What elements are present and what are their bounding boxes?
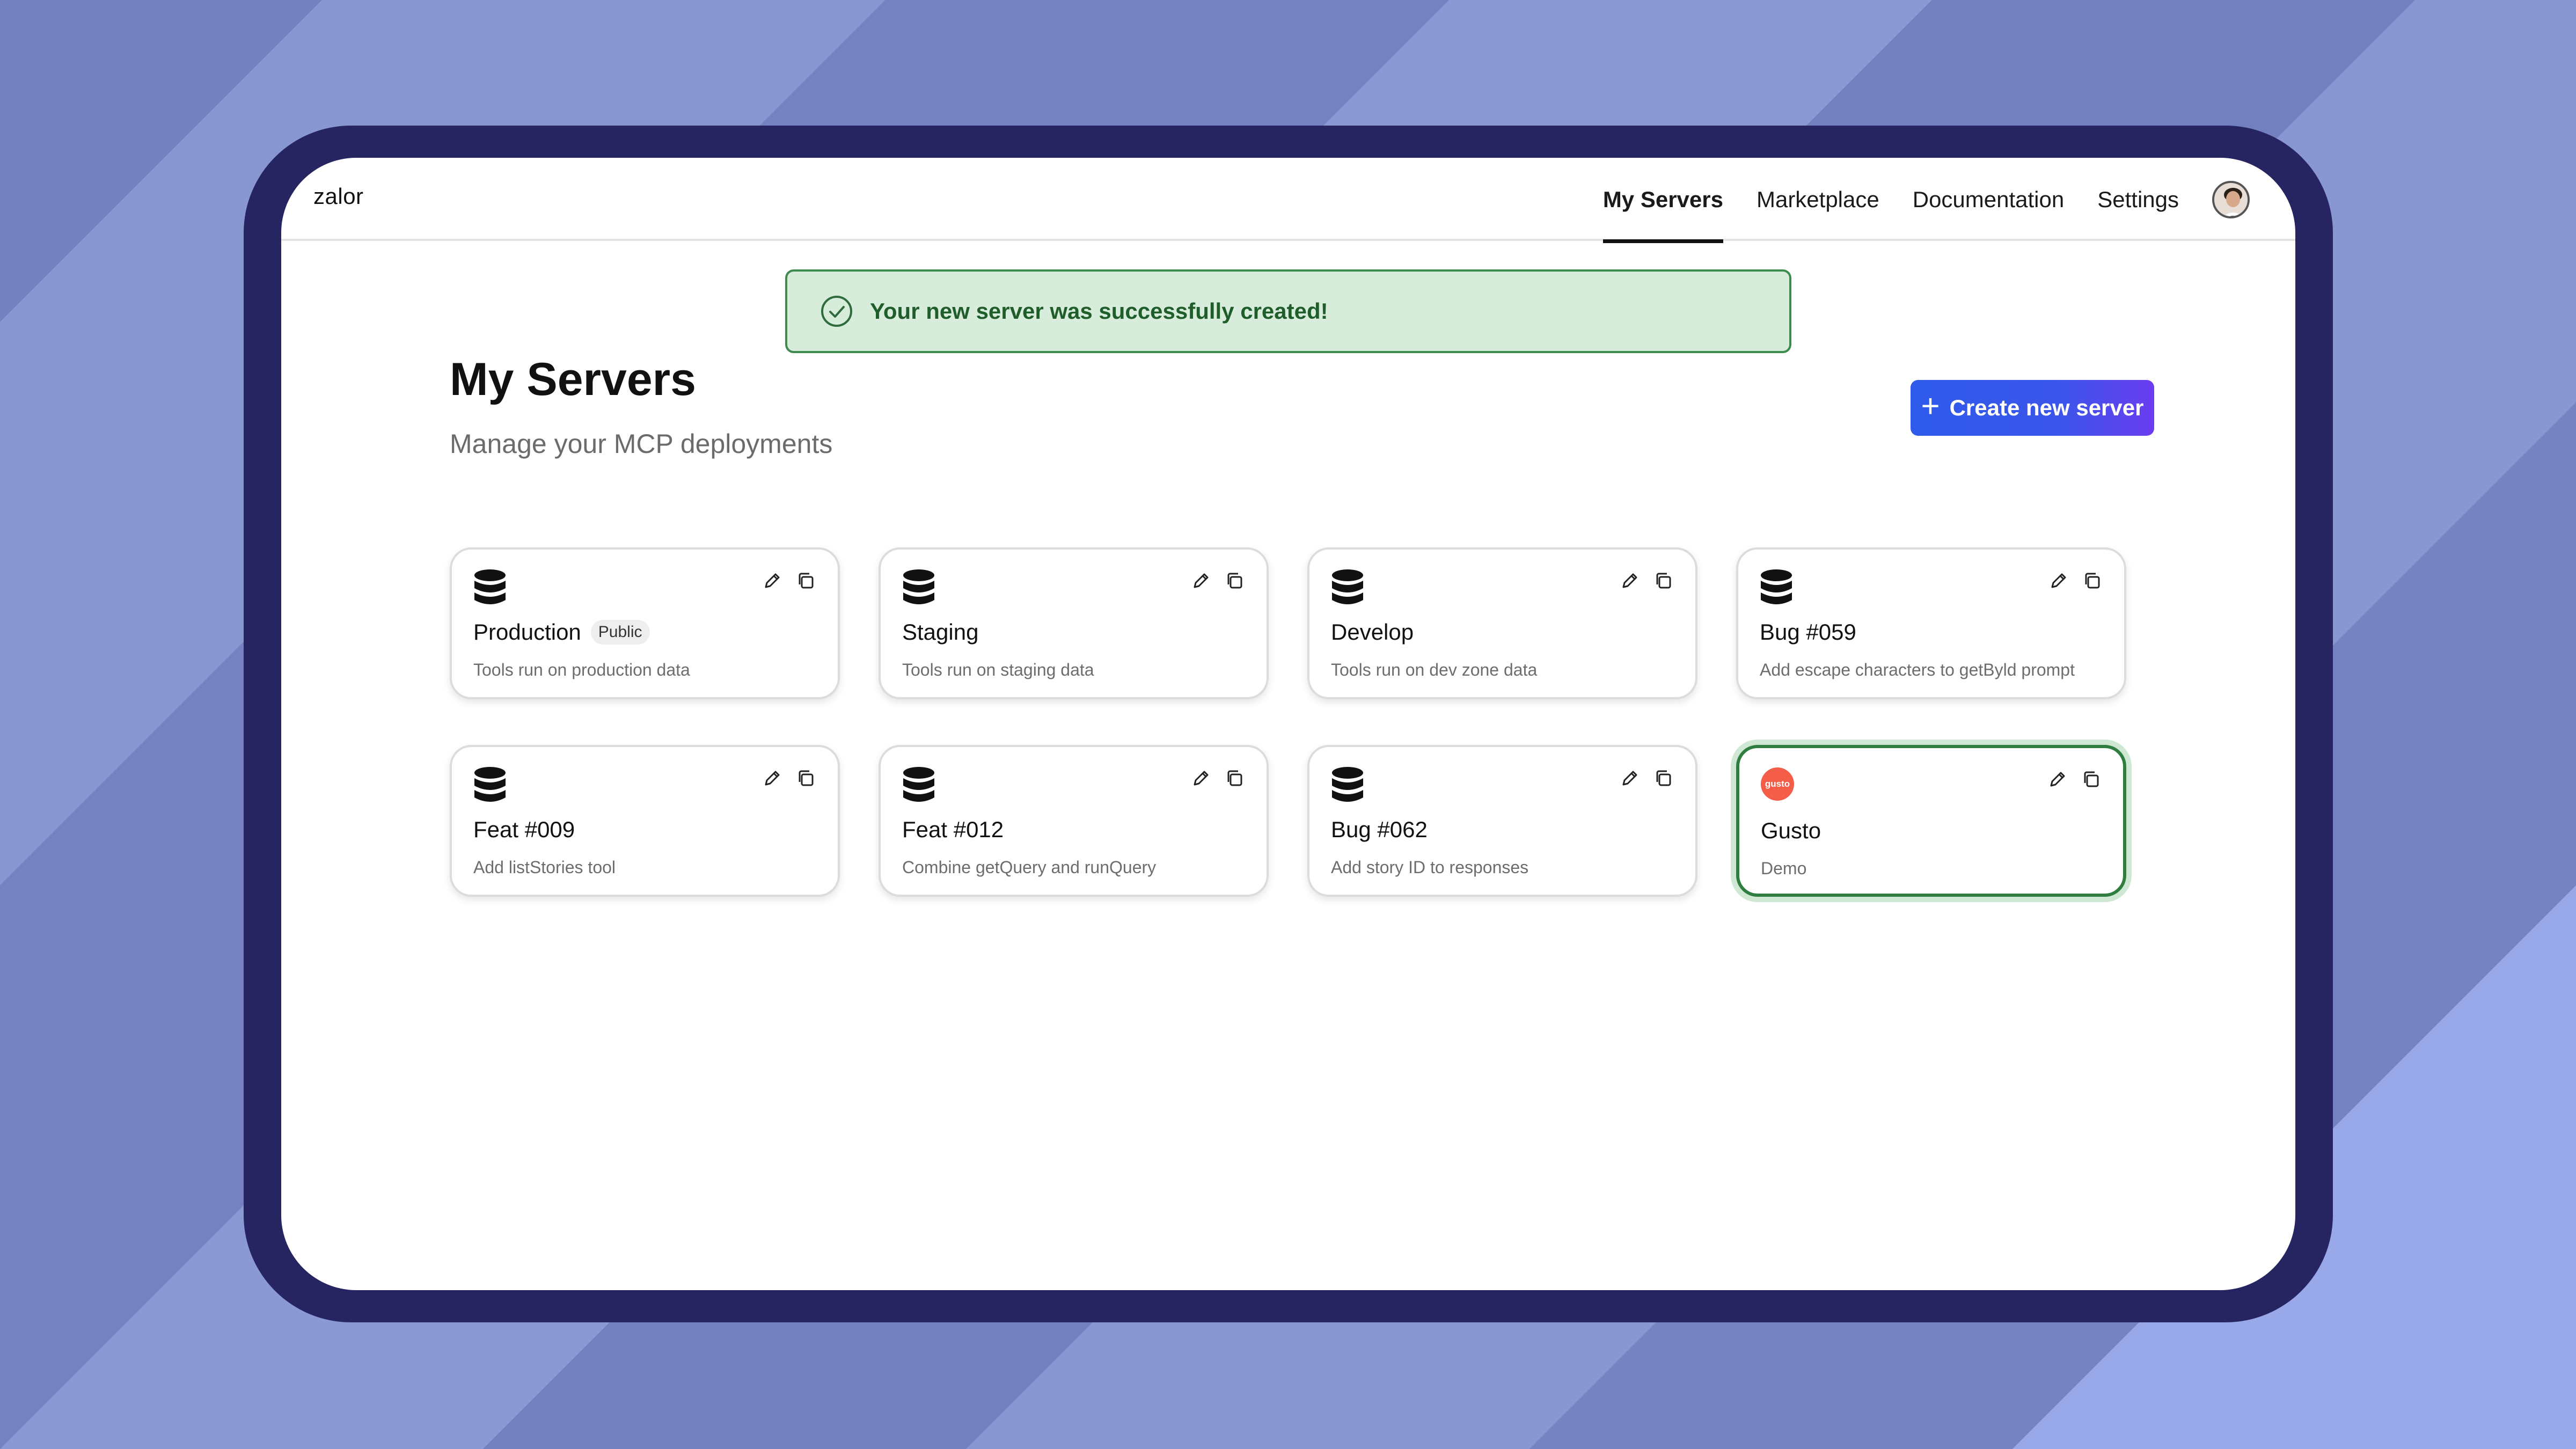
card-actions [1619, 570, 1674, 591]
create-server-button[interactable]: + Create new server [1911, 380, 2154, 436]
database-icon [1332, 767, 1363, 802]
alert-message: Your new server was successfully created… [870, 298, 1328, 324]
card-actions [1190, 767, 1245, 789]
card-title-row: Develop [1331, 619, 1414, 645]
database-icon [1761, 569, 1792, 604]
copy-icon[interactable] [2080, 769, 2102, 790]
card-description: Combine getQuery and runQuery [902, 858, 1157, 877]
card-actions [1619, 767, 1674, 789]
card-description: Add escape characters to getByld prompt [1760, 660, 2075, 679]
page-subtitle: Manage your MCP deployments [450, 429, 833, 459]
nav-my-servers[interactable]: My Servers [1602, 158, 1724, 243]
card-actions [2047, 769, 2102, 790]
page-title: My Servers [450, 354, 696, 405]
nav-documentation[interactable]: Documentation [1913, 158, 2065, 241]
server-card-1[interactable]: Staging Tools run on staging data [879, 547, 1269, 699]
card-title-row: Bug #059 [1760, 619, 1856, 645]
device-frame: zalor My Servers Marketplace Documentati… [244, 126, 2333, 1322]
card-title-row: Feat #012 [902, 817, 1004, 843]
top-navbar: zalor My Servers Marketplace Documentati… [281, 158, 2295, 243]
card-title: Staging [902, 619, 979, 645]
edit-pencil-icon[interactable] [1619, 767, 1641, 789]
card-title: Gusto [1761, 818, 1821, 843]
card-actions [762, 570, 816, 591]
edit-pencil-icon[interactable] [1190, 570, 1212, 591]
edit-pencil-icon[interactable] [762, 570, 783, 591]
card-title: Bug #062 [1331, 817, 1428, 842]
plus-icon: + [1921, 388, 1940, 424]
card-actions [762, 767, 816, 789]
create-server-label: Create new server [1949, 395, 2144, 420]
nav-marketplace[interactable]: Marketplace [1757, 158, 1879, 241]
edit-pencil-icon[interactable] [1190, 767, 1212, 789]
copy-icon[interactable] [1652, 570, 1674, 591]
card-description: Add listStories tool [473, 858, 616, 877]
card-description: Demo [1761, 859, 1807, 878]
copy-icon[interactable] [2081, 570, 2103, 591]
card-title: Feat #012 [902, 817, 1004, 842]
server-card-3[interactable]: Bug #059 Add escape characters to getByl… [1736, 547, 2126, 699]
database-icon [474, 569, 506, 604]
edit-pencil-icon[interactable] [1619, 570, 1641, 591]
card-actions [2048, 570, 2103, 591]
card-title-row: Gusto [1761, 818, 1821, 844]
check-circle-icon [821, 296, 852, 327]
brand-logo[interactable]: zalor [313, 184, 364, 209]
edit-pencil-icon[interactable] [2047, 769, 2068, 790]
success-alert: Your new server was successfully created… [785, 269, 1791, 353]
edit-pencil-icon[interactable] [762, 767, 783, 789]
database-icon [903, 767, 934, 802]
card-title: Develop [1331, 619, 1414, 645]
card-title-row: Staging [902, 619, 978, 645]
card-description: Tools run on production data [473, 660, 690, 679]
server-grid: Production Public Tools run on productio… [450, 547, 2126, 897]
copy-icon[interactable] [1652, 767, 1674, 789]
database-icon [903, 569, 934, 604]
visibility-badge: Public [590, 620, 650, 645]
copy-icon[interactable] [795, 767, 816, 789]
server-card-2[interactable]: Develop Tools run on dev zone data [1307, 547, 1697, 699]
copy-icon[interactable] [1224, 767, 1245, 789]
server-card-5[interactable]: Feat #012 Combine getQuery and runQuery [879, 745, 1269, 897]
user-avatar[interactable] [2212, 180, 2250, 218]
copy-icon[interactable] [795, 570, 816, 591]
card-title: Feat #009 [473, 817, 575, 842]
database-icon [1332, 569, 1363, 604]
nav-settings[interactable]: Settings [2097, 158, 2179, 241]
server-card-0[interactable]: Production Public Tools run on productio… [450, 547, 840, 699]
server-card-7[interactable]: gusto Gusto Demo [1736, 745, 2126, 897]
user-avatar-icon [2214, 182, 2248, 216]
card-title-row: Production Public [473, 619, 650, 645]
copy-icon[interactable] [1224, 570, 1245, 591]
card-description: Tools run on staging data [902, 660, 1094, 679]
server-card-4[interactable]: Feat #009 Add listStories tool [450, 745, 840, 897]
server-card-6[interactable]: Bug #062 Add story ID to responses [1307, 745, 1697, 897]
gusto-logo-icon: gusto [1761, 767, 1794, 801]
app-window: zalor My Servers Marketplace Documentati… [281, 158, 2295, 1290]
edit-pencil-icon[interactable] [2048, 570, 2069, 591]
card-title: Production [473, 619, 581, 645]
card-title-row: Feat #009 [473, 817, 575, 843]
card-title-row: Bug #062 [1331, 817, 1428, 843]
nav-menu: My Servers Marketplace Documentation Set… [1602, 158, 2250, 243]
card-description: Add story ID to responses [1331, 858, 1529, 877]
card-description: Tools run on dev zone data [1331, 660, 1538, 679]
card-actions [1190, 570, 1245, 591]
card-title: Bug #059 [1760, 619, 1856, 645]
database-icon [474, 767, 506, 802]
